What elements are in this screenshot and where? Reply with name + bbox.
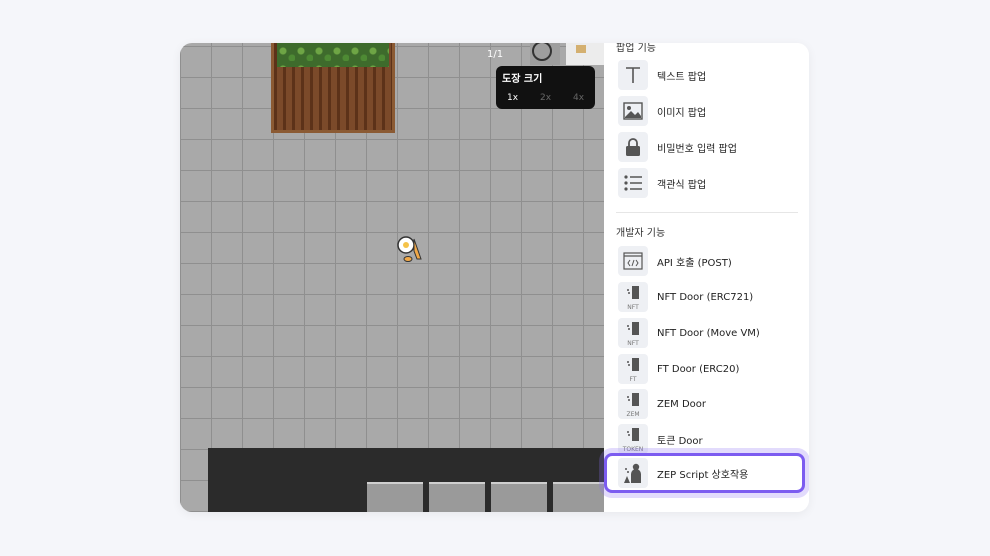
zem-door-item[interactable]: ZEM ZEM Door (618, 388, 800, 420)
editor-panel: 1/1 도장 크기 1x 2x 4x 팝업 기능 텍스트 팝업 이미지 팝업 비… (180, 43, 809, 512)
feature-sidebar: 팝업 기능 텍스트 팝업 이미지 팝업 비밀번호 입력 팝업 객관식 팝업 개발… (604, 43, 809, 512)
bench (553, 482, 609, 512)
list-icon (618, 168, 648, 198)
stamp-size-2x[interactable]: 2x (540, 93, 551, 103)
door-icon: TOKEN (618, 424, 648, 454)
player-character[interactable] (396, 233, 426, 263)
script-person-icon (618, 458, 648, 488)
door-icon: FT (618, 354, 648, 384)
bench (429, 482, 485, 512)
developer-section-title: 개발자 기능 (616, 228, 666, 239)
lock-icon (618, 132, 648, 162)
door-icon: NFT (618, 318, 648, 348)
furniture-object (530, 43, 604, 65)
door-icon: NFT (618, 282, 648, 312)
planter-greens (277, 43, 389, 67)
nft-door-movevm-item[interactable]: NFT NFT Door (Move VM) (618, 317, 800, 349)
image-popup-item[interactable]: 이미지 팝업 (618, 95, 800, 127)
nft-door-erc721-item[interactable]: NFT NFT Door (ERC721) (618, 281, 800, 313)
dark-floor-area (208, 448, 609, 512)
ft-door-erc20-item[interactable]: FT FT Door (ERC20) (618, 353, 800, 385)
bench (367, 482, 423, 512)
door-icon: ZEM (618, 389, 648, 419)
image-icon (618, 96, 648, 126)
stamp-size-4x[interactable]: 4x (573, 93, 584, 103)
password-popup-item[interactable]: 비밀번호 입력 팝업 (618, 131, 800, 163)
multiple-choice-popup-item[interactable]: 객관식 팝업 (618, 167, 800, 199)
stamp-size-1x[interactable]: 1x (507, 93, 518, 103)
token-door-item[interactable]: TOKEN 토큰 Door (618, 423, 800, 455)
stamp-size-popup: 도장 크기 1x 2x 4x (496, 66, 595, 109)
text-popup-item[interactable]: 텍스트 팝업 (618, 59, 800, 91)
planter-box (271, 43, 395, 133)
api-code-icon (618, 246, 648, 276)
popup-section-title: 팝업 기능 (616, 43, 656, 54)
text-icon (618, 60, 648, 90)
section-divider (616, 212, 798, 213)
zep-script-interaction-item[interactable]: ZEP Script 상호작용 (618, 457, 800, 489)
map-canvas[interactable]: 1/1 도장 크기 1x 2x 4x (180, 43, 609, 512)
stamp-size-title: 도장 크기 (502, 74, 543, 85)
page-indicator: 1/1 (487, 49, 504, 60)
bench (491, 482, 547, 512)
api-call-item[interactable]: API 호출 (POST) (618, 245, 800, 277)
